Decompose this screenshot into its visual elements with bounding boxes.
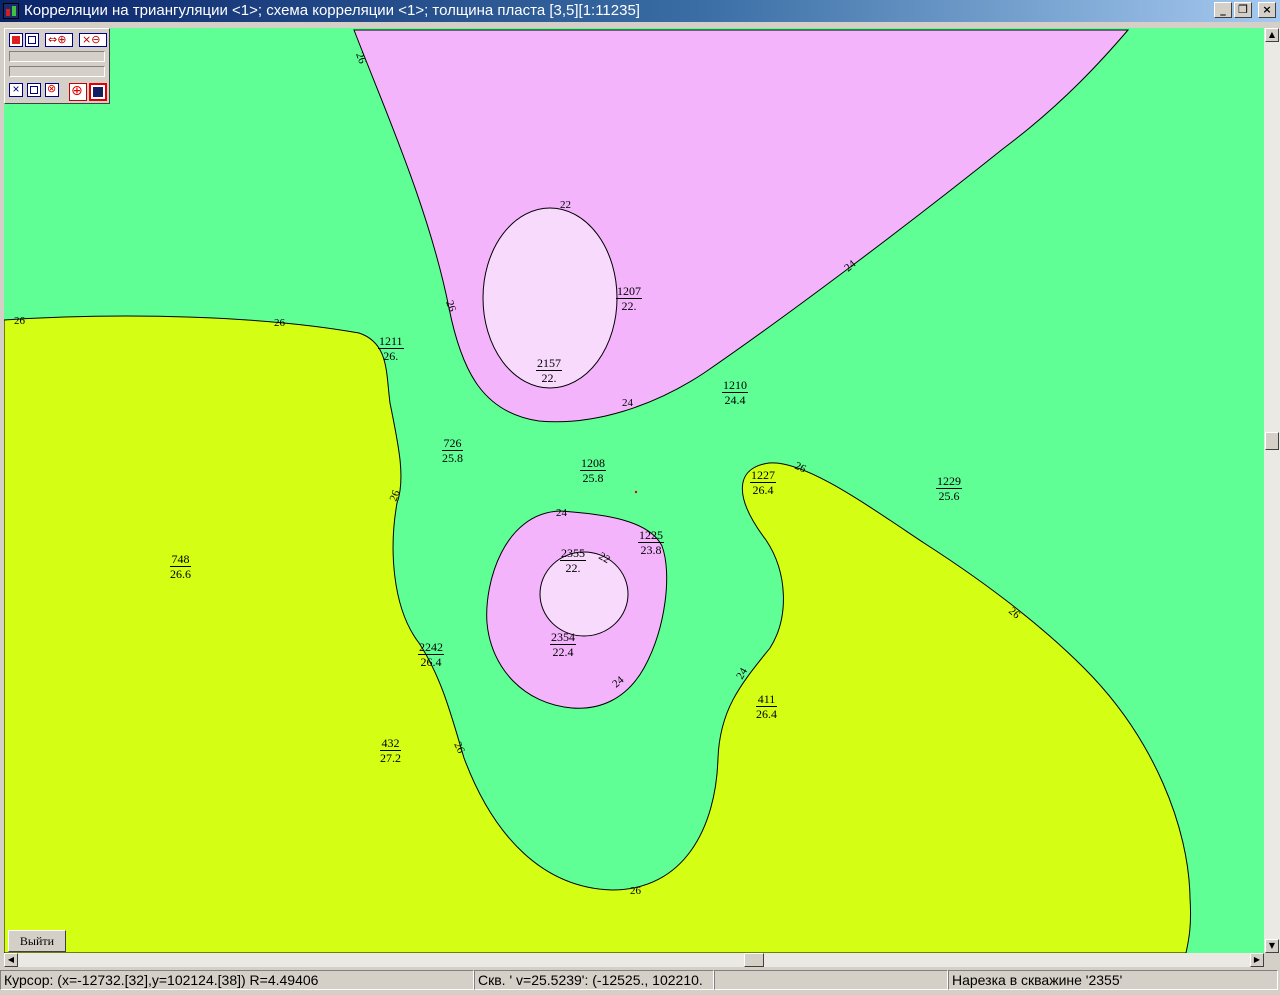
well-number: 1211	[378, 334, 404, 349]
well-label[interactable]: 748 26.6	[170, 552, 191, 581]
well-value: 26.6	[170, 567, 191, 581]
well-number: 1229	[936, 474, 962, 489]
well-label[interactable]: 1211 26.	[378, 334, 404, 363]
scroll-right-button[interactable]: ▶	[1250, 953, 1264, 967]
well-label[interactable]: 2355 22.	[560, 546, 586, 575]
well-label[interactable]: 2242 26.4	[418, 640, 444, 669]
contour-label: 22	[560, 199, 571, 211]
well-value: 26.4	[420, 655, 442, 669]
well-number: 2354	[550, 630, 576, 645]
well-value: 26.4	[752, 483, 774, 497]
close-x-button[interactable]	[9, 82, 23, 97]
pan-zoom-in-button[interactable]: ⇔⊕	[45, 33, 73, 47]
well-label[interactable]: 411 26.4	[756, 692, 777, 721]
well-number: 726	[442, 436, 463, 451]
well-number: 432	[380, 736, 401, 751]
well-value: 23.8	[640, 543, 662, 557]
restore-button[interactable]: ❐	[1234, 2, 1252, 18]
horizontal-scrollbar[interactable]: ◀ ▶	[4, 953, 1264, 967]
well-value: 22.	[541, 371, 557, 385]
contour-label: 24	[556, 507, 568, 519]
zone-pink-top	[353, 29, 1130, 423]
palette-field-2	[9, 66, 105, 77]
well-value: 22.	[621, 299, 637, 313]
hatch-toggle-button[interactable]	[9, 33, 23, 47]
well-value: 27.2	[380, 751, 401, 765]
well-label[interactable]: 1227 26.4	[750, 468, 776, 497]
well-number: 2242	[418, 640, 444, 655]
well-label[interactable]: 1225 23.8	[638, 528, 664, 557]
zoom-in-icon: ⇔⊕	[48, 33, 67, 46]
palette-field-1	[9, 51, 105, 62]
status-empty	[714, 970, 948, 990]
well-number: 1227	[750, 468, 776, 483]
well-label[interactable]: 2354 22.4	[550, 630, 576, 659]
well-value: 26.4	[756, 707, 777, 721]
no-entry-icon: ⊗	[47, 82, 57, 95]
well-number: 1210	[722, 378, 748, 393]
well-value: 22.4	[552, 645, 574, 659]
contour-label: 24	[622, 397, 634, 409]
zoom-out-icon: ⨯⊖	[82, 33, 101, 46]
well-value: 22.	[565, 561, 581, 575]
well-number: 1225	[638, 528, 664, 543]
vertical-scrollbar[interactable]: ▲ ▼	[1264, 28, 1280, 953]
window-title: Корреляции на триангуляции <1>; схема ко…	[24, 2, 640, 19]
well-label[interactable]: 1229 25.6	[936, 474, 962, 503]
well-label[interactable]: 432 27.2	[380, 736, 401, 765]
contour-map: 26 26 26 26 26 26 26 26 26 24 24 24 24 2…	[4, 29, 1191, 953]
app-icon[interactable]	[3, 3, 19, 19]
zoom-out-x-button[interactable]: ⨯⊖	[79, 33, 107, 47]
well-label[interactable]: 726 25.8	[442, 436, 463, 465]
no-entry-button[interactable]: ⊗	[45, 82, 59, 97]
well-value: 25.6	[938, 489, 960, 503]
exit-button[interactable]: Выйти	[8, 930, 66, 952]
status-well: Скв. ' v=25.5239': (-12525., 102210.	[474, 970, 714, 990]
horizontal-scroll-thumb[interactable]	[744, 953, 764, 967]
scroll-up-button[interactable]: ▲	[1265, 28, 1279, 42]
well-label[interactable]: 1208 25.8	[580, 456, 606, 485]
minimize-button[interactable]: _	[1214, 2, 1232, 18]
well-number: 1207	[616, 284, 642, 299]
status-cursor: Курсор: (x=-12732.[32],y=102124.[38]) R=…	[0, 970, 474, 990]
screen-button[interactable]	[89, 83, 107, 101]
contour-label: 26	[353, 51, 368, 66]
scroll-down-button[interactable]: ▼	[1265, 939, 1279, 953]
well-number: 2157	[536, 356, 562, 371]
well-value: 26.	[383, 349, 399, 363]
tool-palette: ⇔⊕ ⨯⊖ ⊗ ⊕	[4, 28, 110, 104]
status-bar: Курсор: (x=-12732.[32],y=102124.[38]) R=…	[0, 969, 1280, 991]
frame-button[interactable]	[25, 33, 39, 47]
vertical-scroll-thumb[interactable]	[1265, 432, 1279, 450]
scroll-left-button[interactable]: ◀	[4, 953, 18, 967]
well-value: 24.4	[724, 393, 746, 407]
well-number: 748	[170, 552, 191, 567]
well-value: 25.8	[442, 451, 463, 465]
well-number: 1208	[580, 456, 606, 471]
well-number: 2355	[560, 546, 586, 561]
well-number: 411	[756, 692, 777, 707]
well-label[interactable]: 1207 22.	[616, 284, 642, 313]
screen-icon	[93, 87, 103, 97]
status-cutting: Нарезка в скважине '2355'	[948, 970, 1278, 990]
target-icon: ⊕	[71, 83, 83, 99]
well-label[interactable]: 2157 22.	[536, 356, 562, 385]
map-canvas[interactable]: 26 26 26 26 26 26 26 26 26 24 24 24 24 2…	[4, 28, 1264, 953]
target-button[interactable]: ⊕	[69, 83, 87, 101]
contour-label: 26	[630, 885, 642, 897]
close-button[interactable]: ×	[1258, 2, 1276, 18]
list-button[interactable]	[27, 83, 41, 97]
well-value: 25.8	[582, 471, 604, 485]
well-label[interactable]: 1210 24.4	[722, 378, 748, 407]
contour-label: 26	[14, 315, 26, 327]
title-bar: Корреляции на триангуляции <1>; схема ко…	[0, 0, 1280, 22]
cursor-marker	[634, 490, 638, 494]
contour-label: 26	[274, 317, 286, 329]
